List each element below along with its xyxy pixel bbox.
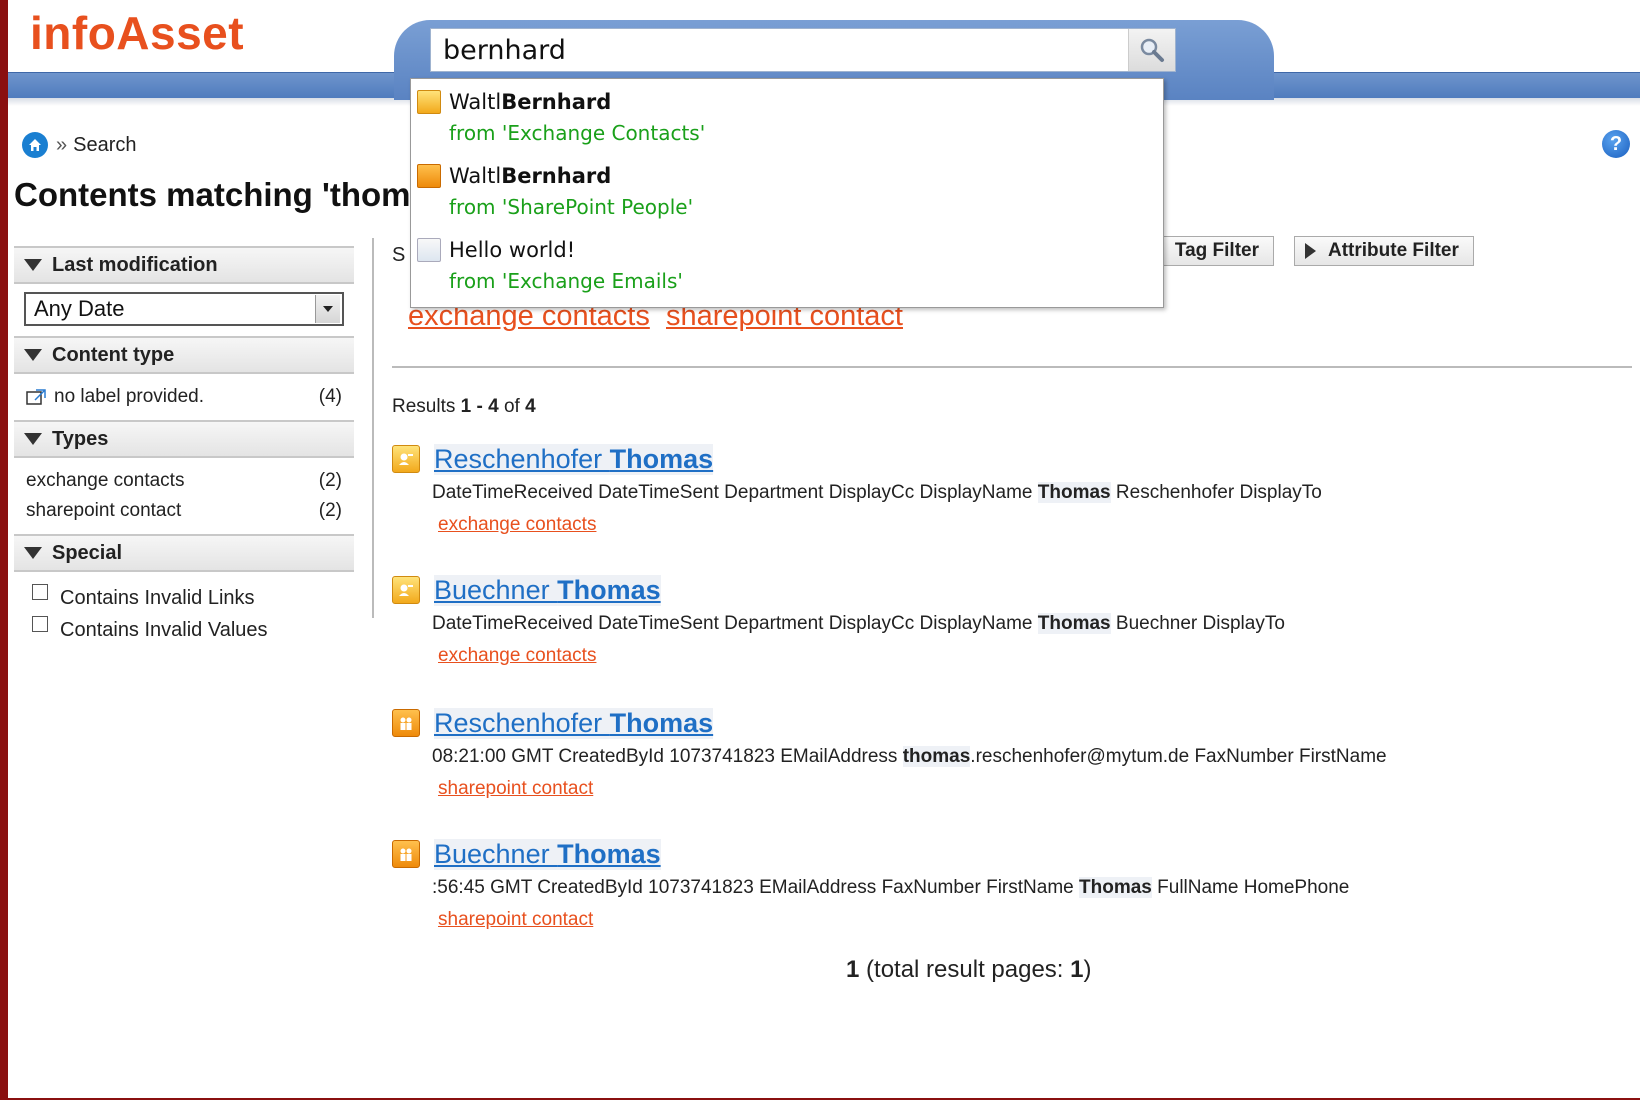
email-icon <box>417 238 441 262</box>
home-icon[interactable] <box>22 132 48 158</box>
result-snippet: DateTimeReceived DateTimeSent Department… <box>432 613 1285 634</box>
result-title-link[interactable]: Buechner Thomas <box>434 838 661 870</box>
search-input[interactable] <box>431 29 1131 71</box>
result-item: Buechner Thomas DateTimeReceived DateTim… <box>392 573 1622 667</box>
result-title-link[interactable]: Buechner Thomas <box>434 574 661 606</box>
page: infoAsset » Search ? Contents matching '… <box>8 0 1640 1098</box>
result-tag-link[interactable]: exchange contacts <box>438 514 596 536</box>
suggestion-item[interactable]: Hello world! from 'Exchange Emails' <box>417 235 1157 297</box>
facet-sidebar: Last modification Any Date Content type … <box>14 246 354 646</box>
sharepoint-people-icon <box>392 840 420 868</box>
result-item: Buechner Thomas :56:45 GMT CreatedById 1… <box>392 837 1622 931</box>
sidebar-divider <box>372 238 374 618</box>
checkbox[interactable] <box>32 584 48 600</box>
result-tag-link[interactable]: sharepoint contact <box>438 909 593 931</box>
page-title: Contents matching 'thoma <box>14 176 429 213</box>
search-box <box>430 28 1176 72</box>
attribute-filter-button[interactable]: Attribute Filter <box>1294 236 1474 266</box>
result-tag-link[interactable]: sharepoint contact <box>438 778 593 800</box>
facet-item-sharepoint-contact[interactable]: sharepoint contact (2) <box>14 496 354 526</box>
sharepoint-people-icon <box>392 709 420 737</box>
search-button[interactable] <box>1128 29 1175 71</box>
result-title-link[interactable]: Reschenhofer Thomas <box>434 707 714 739</box>
sharepoint-people-icon <box>417 164 441 188</box>
tag-filter-button[interactable]: Tag Filter <box>1150 236 1274 266</box>
facet-item[interactable]: no label provided. (4) <box>14 382 354 412</box>
facet-header-types[interactable]: Types <box>14 420 354 458</box>
contact-card-icon <box>392 445 420 473</box>
divider <box>392 366 1632 368</box>
external-link-icon <box>26 389 46 405</box>
contact-card-icon <box>417 90 441 114</box>
checkbox[interactable] <box>32 616 48 632</box>
app-logo[interactable]: infoAsset <box>30 6 244 60</box>
suggestion-item[interactable]: Waltl Bernhard from 'Exchange Contacts' <box>417 87 1157 149</box>
result-snippet: :56:45 GMT CreatedById 1073741823 EMailA… <box>432 877 1350 898</box>
results-count: Results 1 - 4 of 4 <box>392 396 536 417</box>
result-snippet: DateTimeReceived DateTimeSent Department… <box>432 482 1322 503</box>
collapse-triangle-icon <box>24 349 42 361</box>
help-icon[interactable]: ? <box>1602 130 1630 158</box>
partial-label: S <box>392 244 406 266</box>
breadcrumb-separator: » <box>56 133 68 156</box>
autocomplete-dropdown: Waltl Bernhard from 'Exchange Contacts' … <box>410 78 1164 308</box>
expand-triangle-icon <box>1305 243 1316 259</box>
checkbox-invalid-values[interactable]: Contains Invalid Values <box>14 614 354 646</box>
suggestion-item[interactable]: Waltl Bernhard from 'SharePoint People' <box>417 161 1157 223</box>
checkbox-invalid-links[interactable]: Contains Invalid Links <box>14 582 354 614</box>
result-title-link[interactable]: Reschenhofer Thomas <box>434 443 714 475</box>
result-item: Reschenhofer Thomas 08:21:00 GMT Created… <box>392 706 1622 800</box>
breadcrumb-current: Search <box>73 133 137 156</box>
facet-header-special[interactable]: Special <box>14 534 354 572</box>
facet-header-content-type[interactable]: Content type <box>14 336 354 374</box>
facet-item-exchange-contacts[interactable]: exchange contacts (2) <box>14 466 354 496</box>
date-filter-select[interactable]: Any Date <box>24 292 344 326</box>
breadcrumb: » Search <box>22 132 137 158</box>
contact-card-icon <box>392 576 420 604</box>
facet-header-last-modification[interactable]: Last modification <box>14 246 354 284</box>
magnifier-icon <box>1140 38 1164 62</box>
collapse-triangle-icon <box>24 259 42 271</box>
pagination: 1 (total result pages: 1) <box>846 956 1092 983</box>
collapse-triangle-icon <box>24 433 42 445</box>
collapse-triangle-icon <box>24 547 42 559</box>
result-tag-link[interactable]: exchange contacts <box>438 645 596 667</box>
result-snippet: 08:21:00 GMT CreatedById 1073741823 EMai… <box>432 746 1387 767</box>
chevron-down-icon <box>315 295 340 323</box>
result-item: Reschenhofer Thomas DateTimeReceived Dat… <box>392 442 1622 536</box>
